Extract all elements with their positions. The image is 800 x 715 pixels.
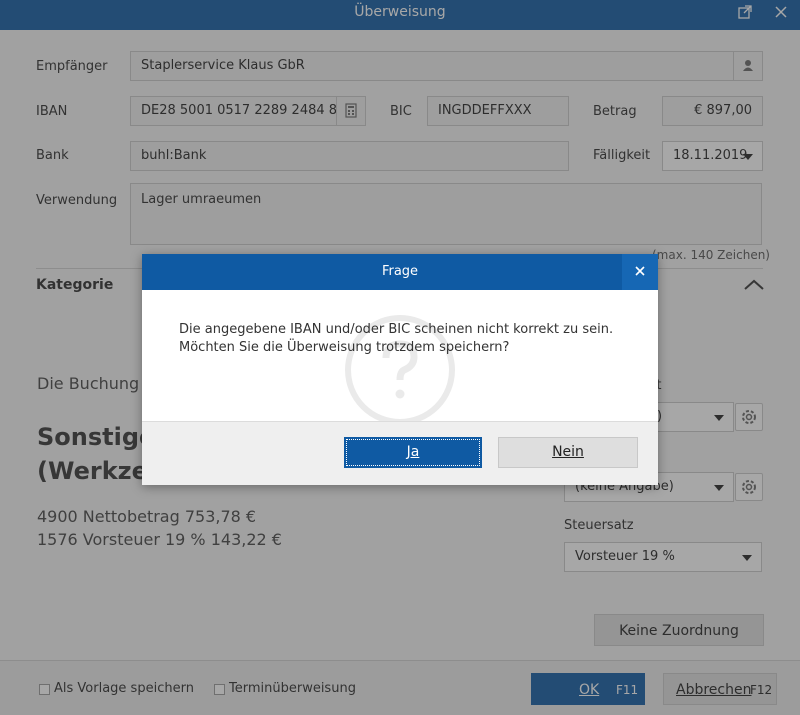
dialog-message-line-1: Die angegebene IBAN und/oder BIC scheine…: [179, 322, 614, 337]
dialog-title: Frage: [381, 264, 419, 279]
question-dialog: Frage Die angegebene IBAN und/oder BIC s…: [142, 254, 658, 485]
dialog-header: Frage: [142, 254, 658, 290]
nein-button[interactable]: Nein: [498, 437, 638, 468]
dialog-close-icon[interactable]: [622, 254, 658, 290]
ja-button[interactable]: Ja: [344, 437, 482, 468]
dialog-message-line-2: Möchten Sie die Überweisung trotzdem spe…: [179, 340, 510, 355]
dialog-footer: Ja Nein: [142, 421, 658, 485]
dialog-body: Die angegebene IBAN und/oder BIC scheine…: [142, 290, 658, 425]
ja-label: Ja: [406, 444, 420, 460]
nein-label: Nein: [552, 444, 584, 460]
